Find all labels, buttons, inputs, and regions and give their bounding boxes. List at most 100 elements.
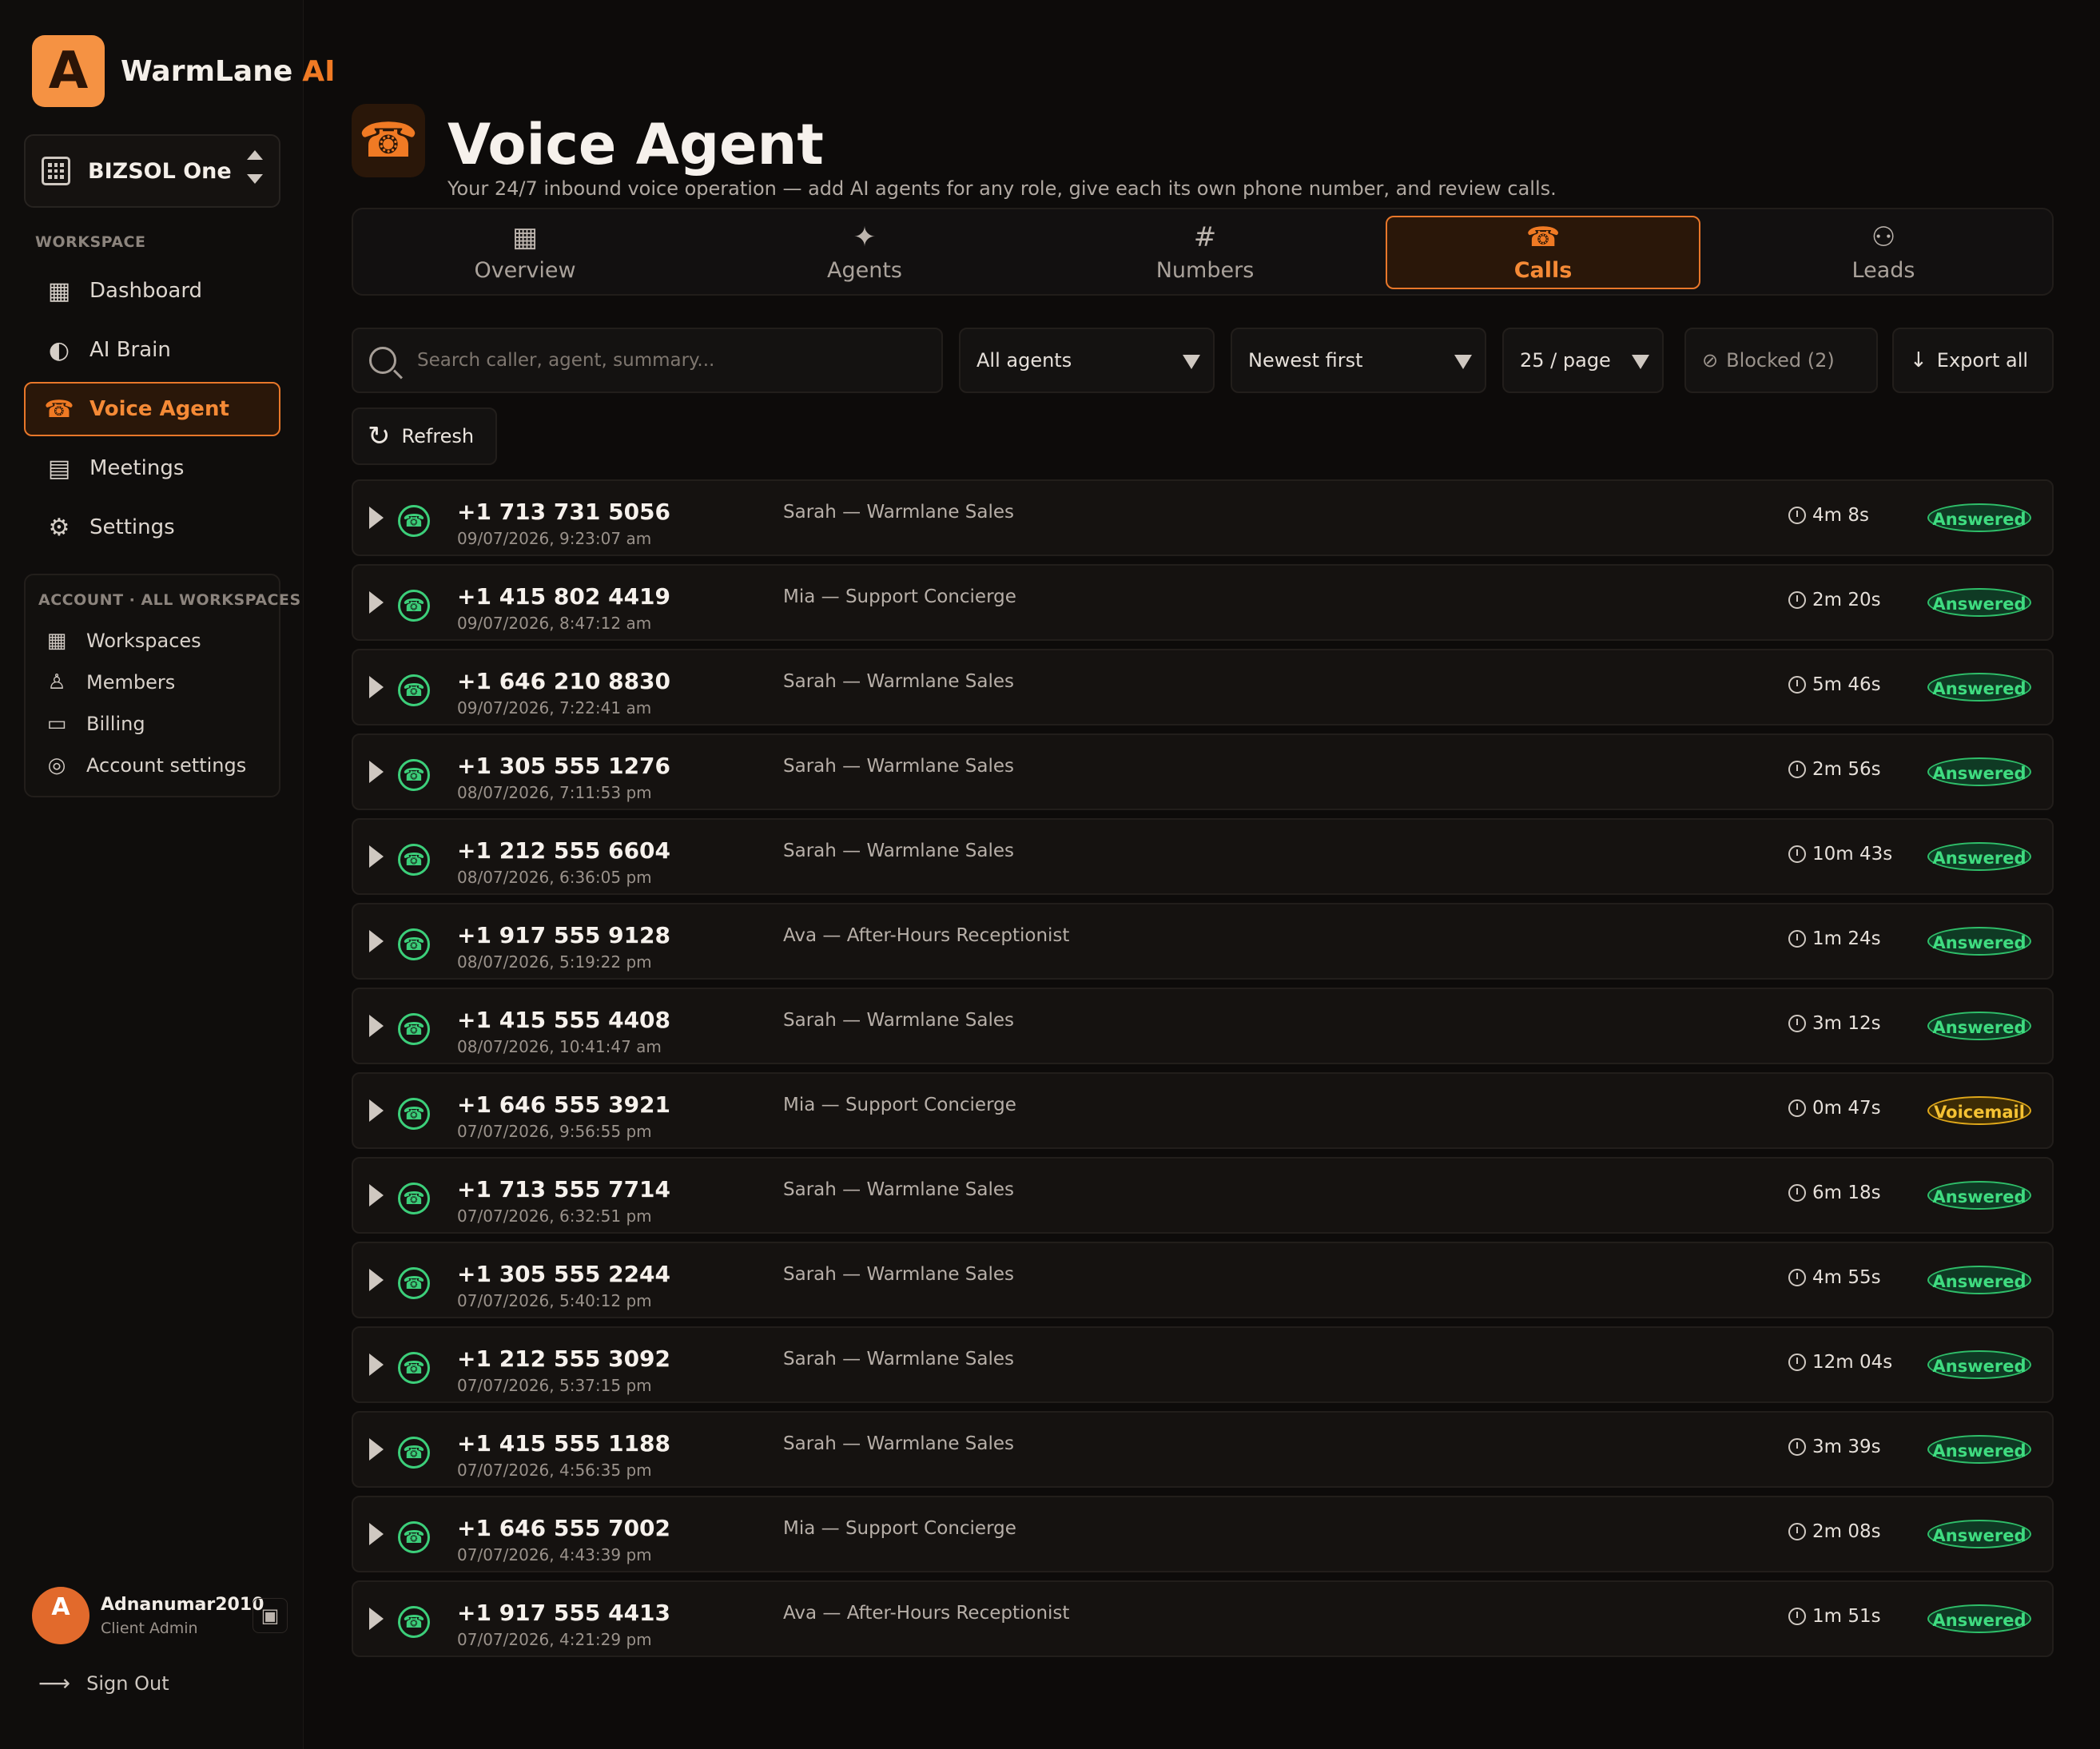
blocked-button[interactable]: ⊘ Blocked (2) [1684, 328, 1878, 393]
export-all-button[interactable]: ↓ Export all [1892, 328, 2054, 393]
call-row[interactable]: ☎ +1 917 555 4413 07/07/2026, 4:21:29 pm… [352, 1580, 2054, 1657]
call-datetime: 07/07/2026, 4:56:35 pm [457, 1461, 652, 1480]
brain-icon: ◐ [48, 336, 70, 364]
tab-leads[interactable]: ⚇ Leads [1726, 216, 2041, 289]
refresh-label: Refresh [401, 425, 475, 447]
call-row[interactable]: ☎ +1 415 555 1188 07/07/2026, 4:56:35 pm… [352, 1411, 2054, 1488]
status-badge: Answered [1927, 757, 2031, 786]
play-icon[interactable] [369, 1608, 384, 1630]
tab-overview[interactable]: ▦ Overview [368, 216, 682, 289]
call-duration: 3m 39s [1788, 1437, 1881, 1457]
block-icon: ⊘ [1702, 349, 1719, 372]
search-input[interactable] [417, 350, 913, 371]
play-icon[interactable] [369, 1523, 384, 1545]
sign-out-button[interactable]: ⟶ Sign Out [38, 1670, 169, 1696]
sidebar-item-dashboard[interactable]: ▦ Dashboard [24, 264, 280, 318]
call-row[interactable]: ☎ +1 415 802 4419 09/07/2026, 8:47:12 am… [352, 564, 2054, 641]
download-icon: ↓ [1910, 348, 1927, 372]
play-icon[interactable] [369, 507, 384, 529]
brand-name: WarmLane AI [121, 55, 336, 88]
account-item-label: Billing [86, 713, 145, 735]
call-row[interactable]: ☎ +1 646 555 7002 07/07/2026, 4:43:39 pm… [352, 1496, 2054, 1572]
page-size-select[interactable]: 25 / page [1502, 328, 1664, 393]
sidebar-item-settings[interactable]: ⚙ Settings [24, 500, 280, 555]
call-row[interactable]: ☎ +1 646 555 3921 07/07/2026, 9:56:55 pm… [352, 1072, 2054, 1149]
sidebar: A WarmLane AI BIZSOL One WORKSPACE ▦ Dash… [0, 0, 336, 1749]
call-datetime: 07/07/2026, 5:37:15 pm [457, 1376, 652, 1395]
call-row[interactable]: ☎ +1 212 555 6604 08/07/2026, 6:36:05 pm… [352, 818, 2054, 895]
call-datetime: 08/07/2026, 5:19:22 pm [457, 952, 652, 972]
inbound-call-icon: ☎ [398, 759, 430, 791]
play-icon[interactable] [369, 676, 384, 698]
clock-icon [1788, 1015, 1806, 1032]
status-badge: Answered [1927, 588, 2031, 617]
brand-name-suffix: AI [302, 54, 336, 88]
grid-icon: ▦ [46, 629, 67, 653]
account-item-account-settings[interactable]: ◎ Account settings [45, 745, 247, 786]
phone-icon: ☎ [352, 104, 425, 177]
account-item-workspaces[interactable]: ▦ Workspaces [45, 620, 246, 662]
account-item-label: Members [86, 671, 176, 694]
tab-agents[interactable]: ✦ Agents [707, 216, 1022, 289]
sidebar-item-meetings[interactable]: ▤ Meetings [24, 441, 280, 495]
caller-number: +1 212 555 3092 [457, 1346, 671, 1372]
search-box[interactable] [352, 328, 943, 393]
play-icon[interactable] [369, 930, 384, 952]
sort-select[interactable]: Newest first [1231, 328, 1486, 393]
status-badge: Answered [1927, 927, 2031, 956]
tab-bar: ▦ Overview ✦ Agents # Numbers ☎ Calls ⚇ … [352, 208, 2054, 296]
tab-label: Agents [827, 257, 902, 283]
play-icon[interactable] [369, 1184, 384, 1206]
call-duration-text: 12m 04s [1812, 1352, 1893, 1373]
agent-filter-select[interactable]: All agents [959, 328, 1215, 393]
brand[interactable]: A WarmLane AI [32, 35, 336, 107]
tab-calls[interactable]: ☎ Calls [1386, 216, 1700, 289]
call-row[interactable]: ☎ +1 713 731 5056 09/07/2026, 9:23:07 am… [352, 479, 2054, 556]
play-icon[interactable] [369, 1099, 384, 1122]
status-badge: Voicemail [1927, 1096, 2031, 1125]
call-row[interactable]: ☎ +1 305 555 2244 07/07/2026, 5:40:12 pm… [352, 1242, 2054, 1318]
account-item-members[interactable]: ♙ Members [45, 662, 246, 703]
tab-label: Overview [474, 257, 576, 283]
inbound-call-icon: ☎ [398, 1437, 430, 1469]
status-badge: Answered [1927, 1435, 2031, 1464]
workspace-name: BIZSOL One [88, 158, 232, 184]
call-row[interactable]: ☎ +1 713 555 7714 07/07/2026, 6:32:51 pm… [352, 1157, 2054, 1234]
workspace-switcher[interactable]: BIZSOL One [24, 134, 280, 208]
hash-icon: # [1193, 221, 1217, 253]
call-row[interactable]: ☎ +1 415 555 4408 08/07/2026, 10:41:47 a… [352, 988, 2054, 1064]
play-icon[interactable] [369, 591, 384, 614]
call-duration-text: 1m 24s [1812, 928, 1881, 949]
call-row[interactable]: ☎ +1 305 555 1276 08/07/2026, 7:11:53 pm… [352, 733, 2054, 810]
call-row[interactable]: ☎ +1 646 210 8830 09/07/2026, 7:22:41 am… [352, 649, 2054, 725]
tab-numbers[interactable]: # Numbers [1048, 216, 1362, 289]
sidebar-item-voice-agent[interactable]: ☎ Voice Agent [24, 382, 280, 436]
account-item-billing[interactable]: ▭ Billing [45, 703, 246, 745]
tab-label: Leads [1851, 257, 1915, 283]
user-name: Adnanumar2010 [101, 1594, 264, 1615]
call-row[interactable]: ☎ +1 917 555 9128 08/07/2026, 5:19:22 pm… [352, 903, 2054, 980]
sidebar-item-label: Meetings [89, 456, 185, 480]
settings-circle-icon: ◎ [47, 753, 66, 777]
status-badge: Answered [1927, 1350, 2031, 1379]
call-row[interactable]: ☎ +1 212 555 3092 07/07/2026, 5:37:15 pm… [352, 1326, 2054, 1403]
page-title: Voice Agent [447, 112, 824, 177]
sidebar-item-label: Voice Agent [89, 397, 229, 421]
calendar-icon[interactable]: ▣ [253, 1598, 288, 1633]
call-duration: 2m 56s [1788, 759, 1881, 780]
sort-value: Newest first [1248, 349, 1363, 372]
call-datetime: 07/07/2026, 5:40:12 pm [457, 1291, 652, 1310]
sidebar-item-ai-brain[interactable]: ◐ AI Brain [24, 323, 280, 377]
clock-icon [1788, 1438, 1806, 1456]
play-icon[interactable] [369, 1353, 384, 1376]
play-icon[interactable] [369, 845, 384, 868]
play-icon[interactable] [369, 1015, 384, 1037]
play-icon[interactable] [369, 1269, 384, 1291]
user-icon: ♙ [47, 670, 66, 694]
user-profile[interactable]: A Adnanumar2010 Client Admin ▣ [32, 1587, 288, 1644]
inbound-call-icon: ☎ [398, 1013, 430, 1045]
play-icon[interactable] [369, 1438, 384, 1461]
play-icon[interactable] [369, 761, 384, 783]
workspace-grid-icon [42, 157, 70, 185]
refresh-button[interactable]: ↻ Refresh [352, 407, 497, 465]
